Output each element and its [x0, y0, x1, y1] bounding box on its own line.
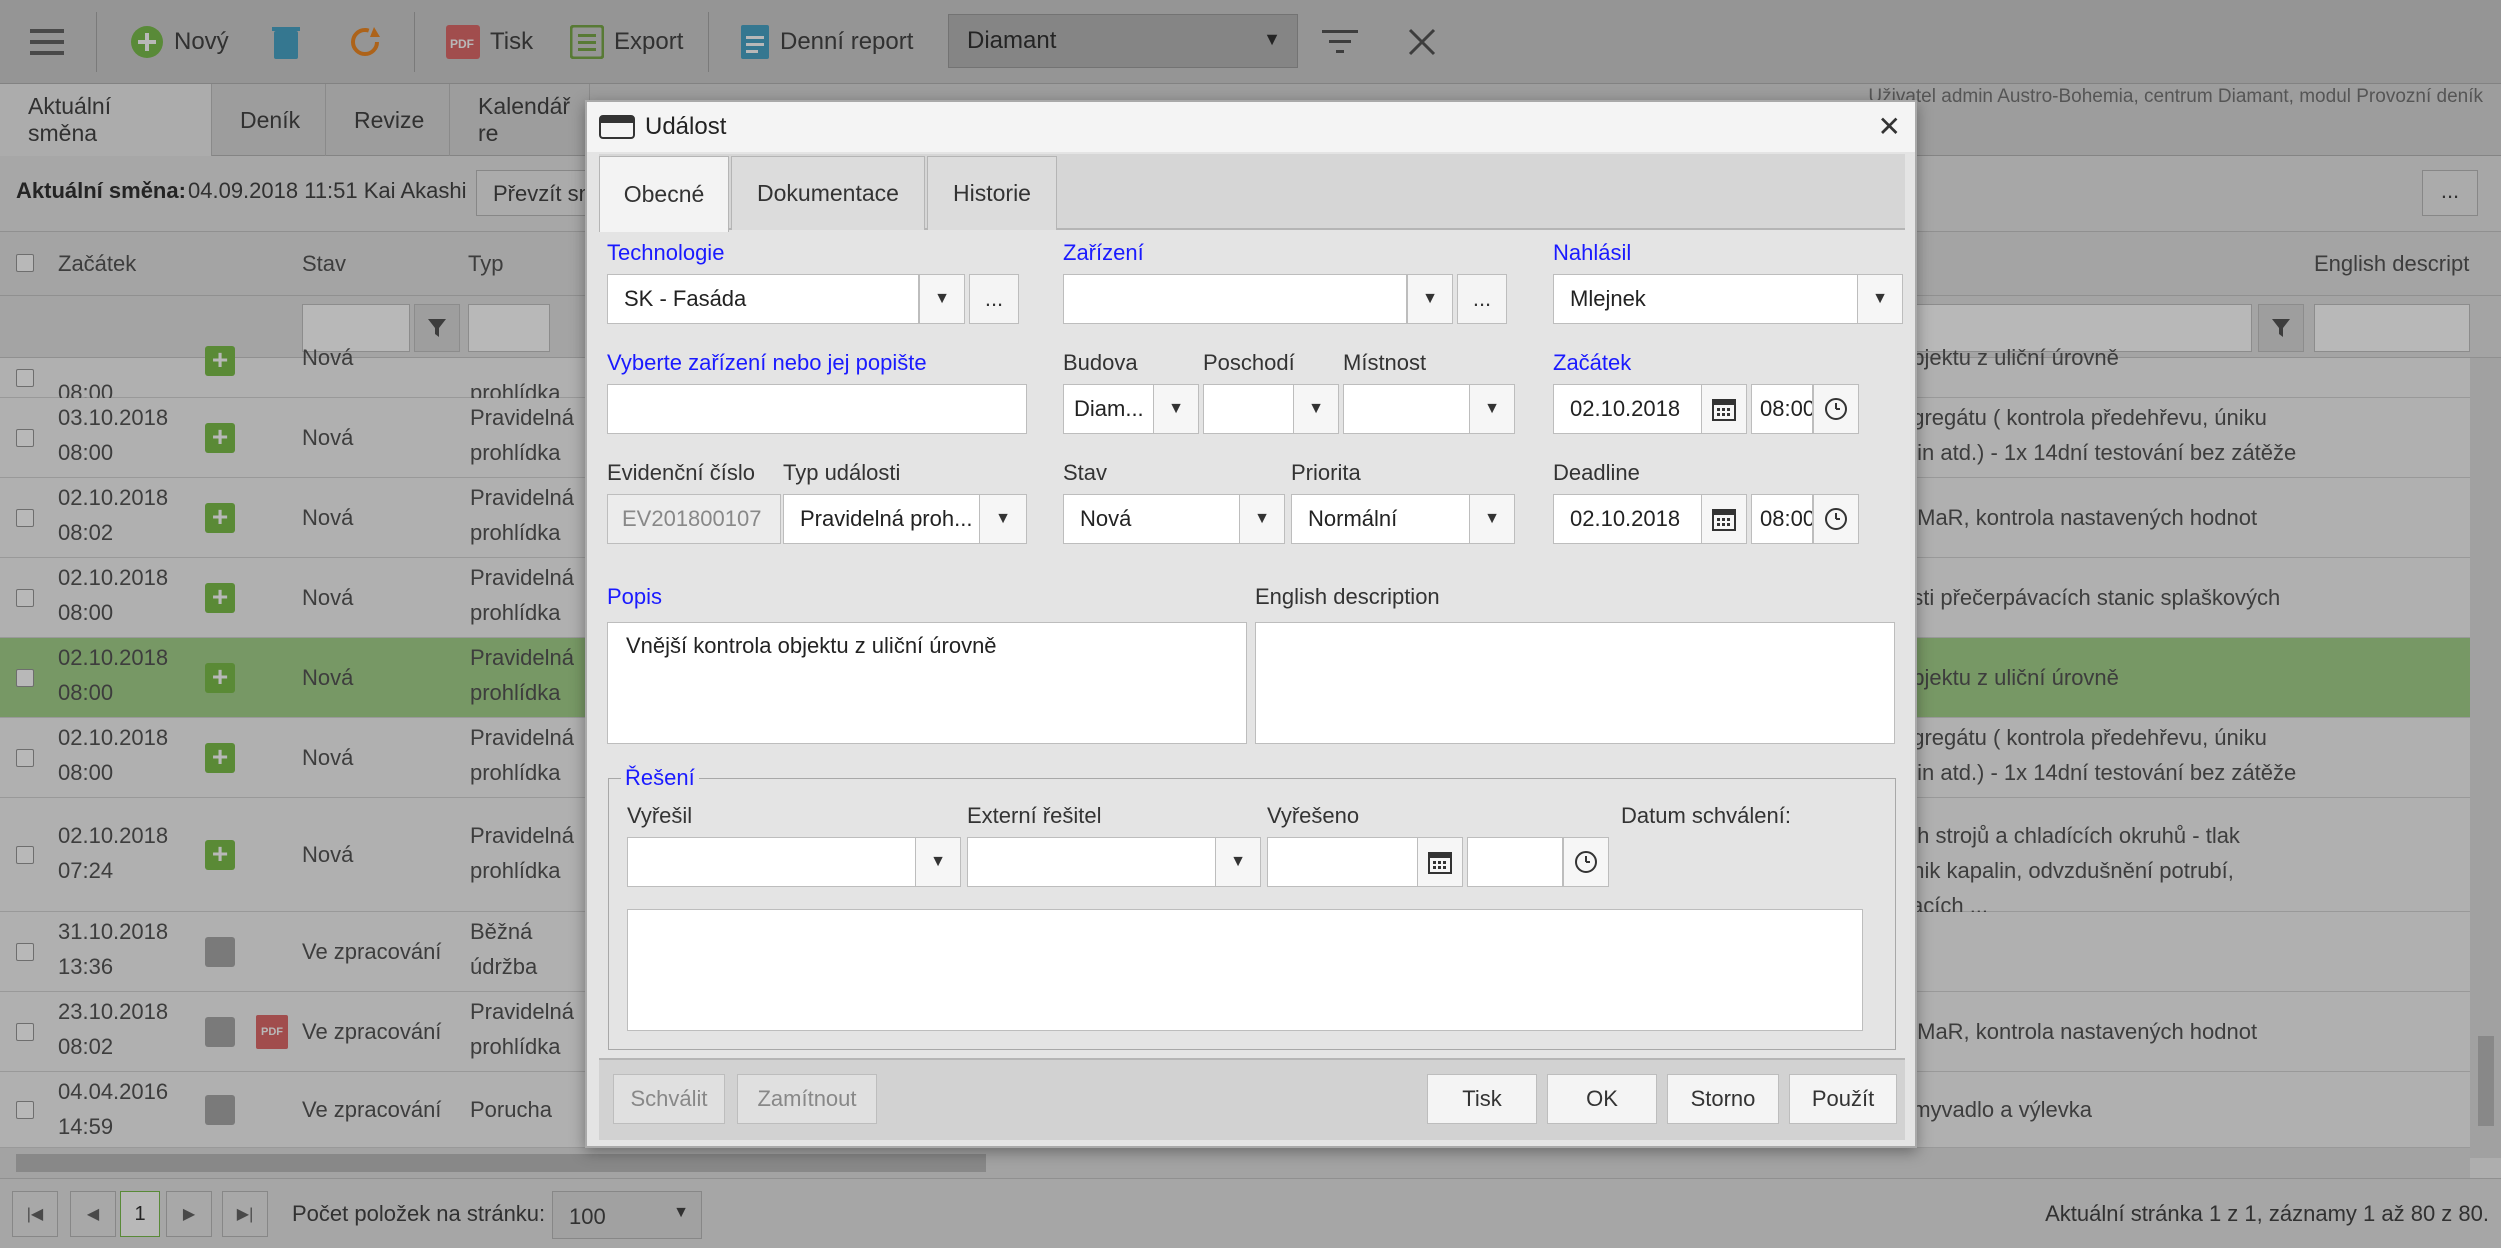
choose-device-label: Vyberte zařízení nebo jej popište	[607, 350, 927, 375]
device-label: Zařízení	[1063, 240, 1144, 265]
deadline-time-input[interactable]: 08:00	[1751, 494, 1813, 544]
event-type-dropdown[interactable]: ▼	[979, 494, 1027, 544]
apply-button[interactable]: Použít	[1789, 1074, 1897, 1124]
clock-icon	[1575, 851, 1597, 873]
clock-icon	[1825, 508, 1847, 530]
state-dropdown[interactable]: ▼	[1239, 494, 1285, 544]
solved-by-input[interactable]	[627, 837, 917, 887]
deadline-date-input[interactable]: 02.10.2018	[1553, 494, 1703, 544]
calendar-icon	[1712, 399, 1736, 421]
external-solver-input[interactable]	[967, 837, 1217, 887]
solved-time-picker[interactable]	[1563, 837, 1609, 887]
deadline-label: Deadline	[1553, 460, 1640, 485]
dialog-tabs: Obecné Dokumentace Historie	[599, 154, 1905, 232]
description-label: Popis	[607, 584, 663, 609]
solved-by-dropdown[interactable]: ▼	[915, 837, 961, 887]
device-input[interactable]	[1063, 274, 1407, 324]
building-input[interactable]: Diam...	[1063, 384, 1155, 434]
print-dialog-button[interactable]: Tisk	[1427, 1074, 1537, 1124]
dialog-footer: Schválit Zamítnout Tisk OK Storno Použít	[599, 1058, 1905, 1140]
english-description-label: English description	[1255, 584, 1440, 609]
technology-browse-button[interactable]: ...	[969, 274, 1019, 324]
tab-general[interactable]: Obecné	[599, 156, 729, 232]
state-label: Stav	[1063, 460, 1108, 485]
solution-group: Řešení Vyřešil ▼ Externí řešitel ▼ Vyřeš…	[608, 765, 1896, 1050]
technology-label: Technologie	[607, 240, 725, 265]
approval-date-label: Datum schválení:	[1621, 803, 1791, 828]
window-icon	[599, 115, 635, 139]
calendar-icon	[1428, 852, 1452, 874]
deadline-date-picker[interactable]	[1701, 494, 1747, 544]
event-dialog: Událost ✕ Obecné Dokumentace Historie Te…	[585, 100, 1917, 1148]
solution-textarea[interactable]	[627, 909, 1863, 1031]
reported-by-dropdown[interactable]: ▼	[1857, 274, 1903, 324]
room-dropdown[interactable]: ▼	[1469, 384, 1515, 434]
solution-legend: Řešení	[621, 765, 699, 791]
technology-dropdown[interactable]: ▼	[919, 274, 965, 324]
reported-by-input[interactable]: Mlejnek	[1553, 274, 1859, 324]
building-dropdown[interactable]: ▼	[1153, 384, 1199, 434]
approve-button[interactable]: Schválit	[613, 1074, 725, 1124]
registration-number-label: Evidenční číslo	[607, 460, 755, 485]
start-time-picker[interactable]	[1813, 384, 1859, 434]
deadline-time-picker[interactable]	[1813, 494, 1859, 544]
start-date-input[interactable]: 02.10.2018	[1553, 384, 1703, 434]
state-input[interactable]: Nová	[1063, 494, 1241, 544]
ok-button[interactable]: OK	[1547, 1074, 1657, 1124]
description-textarea[interactable]: Vnější kontrola objektu z uliční úrovně	[607, 622, 1247, 744]
close-icon[interactable]: ✕	[1878, 110, 1901, 143]
external-solver-dropdown[interactable]: ▼	[1215, 837, 1261, 887]
tab-history[interactable]: Historie	[927, 156, 1057, 230]
device-dropdown[interactable]: ▼	[1407, 274, 1453, 324]
cancel-button[interactable]: Storno	[1667, 1074, 1779, 1124]
device-browse-button[interactable]: ...	[1457, 274, 1507, 324]
floor-input[interactable]	[1203, 384, 1295, 434]
room-input[interactable]	[1343, 384, 1471, 434]
room-label: Místnost	[1343, 350, 1427, 375]
external-solver-label: Externí řešitel	[967, 803, 1102, 828]
reject-button[interactable]: Zamítnout	[737, 1074, 877, 1124]
solved-time-input[interactable]	[1467, 837, 1563, 887]
dialog-title: Událost	[645, 113, 727, 140]
dialog-titlebar: Událost ✕	[587, 102, 1915, 152]
start-date-picker[interactable]	[1701, 384, 1747, 434]
solved-date-input[interactable]	[1267, 837, 1419, 887]
reported-by-label: Nahlásil	[1553, 240, 1632, 265]
english-description-textarea[interactable]	[1255, 622, 1895, 744]
priority-dropdown[interactable]: ▼	[1469, 494, 1515, 544]
technology-input[interactable]: SK - Fasáda	[607, 274, 919, 324]
building-label: Budova	[1063, 350, 1138, 375]
event-type-input[interactable]: Pravidelná proh...	[783, 494, 981, 544]
solved-date-picker[interactable]	[1417, 837, 1463, 887]
registration-number-input: EV201800107	[607, 494, 781, 544]
priority-label: Priorita	[1291, 460, 1361, 485]
start-time-input[interactable]: 08:00	[1751, 384, 1813, 434]
choose-device-input[interactable]	[607, 384, 1027, 434]
tab-documentation[interactable]: Dokumentace	[731, 156, 925, 230]
clock-icon	[1825, 398, 1847, 420]
priority-input[interactable]: Normální	[1291, 494, 1471, 544]
event-type-label: Typ události	[783, 460, 901, 485]
solved-label: Vyřešeno	[1267, 803, 1360, 828]
start-label: Začátek	[1553, 350, 1632, 375]
calendar-icon	[1712, 509, 1736, 531]
floor-label: Poschodí	[1203, 350, 1295, 375]
floor-dropdown[interactable]: ▼	[1293, 384, 1339, 434]
solved-by-label: Vyřešil	[627, 803, 693, 828]
